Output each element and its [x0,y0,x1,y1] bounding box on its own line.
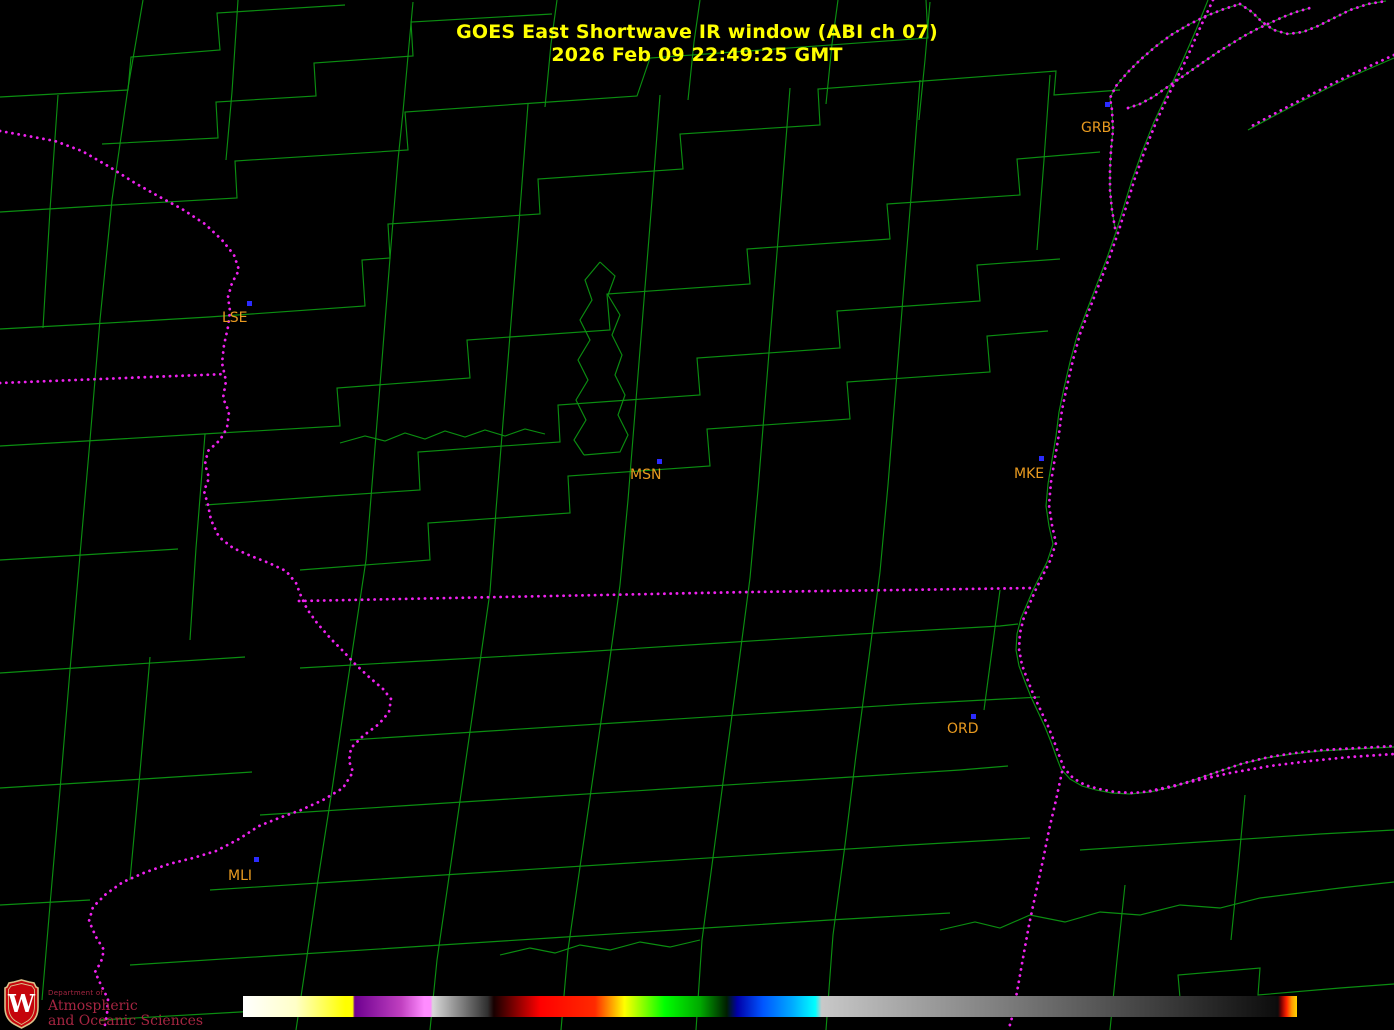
county-boundary-line [584,262,628,455]
county-boundary-line [360,160,398,600]
county-boundary-line [42,320,100,1000]
county-boundary-line [300,624,1018,668]
county-boundary-line [130,913,950,965]
county-boundary-line [130,657,150,880]
station-label-lse: LSE [222,310,248,326]
county-boundary-line [0,657,245,673]
county-boundary-line [620,95,660,585]
county-boundary-line [750,88,790,578]
image-title: GOES East Shortwave IR window (ABI ch 07… [0,21,1394,67]
county-boundary-line [0,900,90,905]
station-label-mke: MKE [1014,466,1044,482]
county-boundary-line [1248,58,1394,130]
county-boundary-line [696,578,750,1030]
county-boundary-line [430,592,490,1030]
county-boundary-line [880,80,920,572]
uw-aos-logo: W Department of Atmospheric and Oceanic … [3,979,203,1029]
logo-dept-line: Department of [48,990,203,997]
county-boundary-line [340,429,545,443]
uw-monogram: W [7,989,36,1018]
title-line-product: GOES East Shortwave IR window (ABI ch 07… [0,21,1394,44]
station-label-mli: MLI [228,868,252,884]
satellite-image-viewer: GRB LSE MSN MKE ORD MLI GOES East Shortwave I… [0,0,1394,1030]
map-canvas: GRB LSE MSN MKE ORD MLI [0,0,1394,1030]
station-dot-grb [1105,102,1110,107]
station-label-grb: GRB [1081,120,1111,136]
county-boundary-line [43,95,58,328]
county-boundary-line [1037,75,1050,250]
county-boundary-line [1016,0,1394,794]
temperature-colorbar [243,996,1297,1017]
county-boundary-line [190,434,205,640]
logo-name-line1: Atmospheric [48,999,203,1013]
county-boundary-line [574,262,600,455]
station-dot-mke [1039,456,1044,461]
county-boundary-line [296,600,360,1030]
state-border-dotted-line [299,588,1033,601]
county-boundary-line [984,590,1000,710]
county-boundary-line [0,549,178,560]
state-border-dotted-line [1008,772,1062,1030]
county-boundary-line [300,331,1048,570]
county-boundary-line [1080,830,1394,850]
state-border-dotted-line [1150,754,1394,791]
county-boundary-line [210,838,1030,890]
state-border-dotted-line [0,374,226,383]
county-boundary-line [826,572,880,1030]
station-label-ord: ORD [947,721,979,737]
station-dot-msn [657,459,662,464]
uw-crest-icon: W [3,979,40,1029]
county-boundary-line [350,697,1040,740]
title-line-timestamp: 2026 Feb 09 22:49:25 GMT [0,44,1394,67]
logo-wordmark: Department of Atmospheric and Oceanic Sc… [48,979,203,1028]
county-boundary-line [0,772,252,788]
state-border-dotted-line [0,131,391,1030]
county-boundary-line [500,940,700,955]
station-label-msn: MSN [630,467,661,483]
county-boundary-line [940,882,1394,930]
county-boundary-line [260,766,1008,815]
county-boundary-line [0,152,1100,446]
station-dot-ord [971,714,976,719]
logo-name-line2: and Oceanic Sciences [48,1014,203,1028]
station-dot-lse [247,301,252,306]
state-border-dotted-line [1019,0,1394,793]
county-boundary-line [1231,795,1245,940]
station-dot-mli [254,857,259,862]
